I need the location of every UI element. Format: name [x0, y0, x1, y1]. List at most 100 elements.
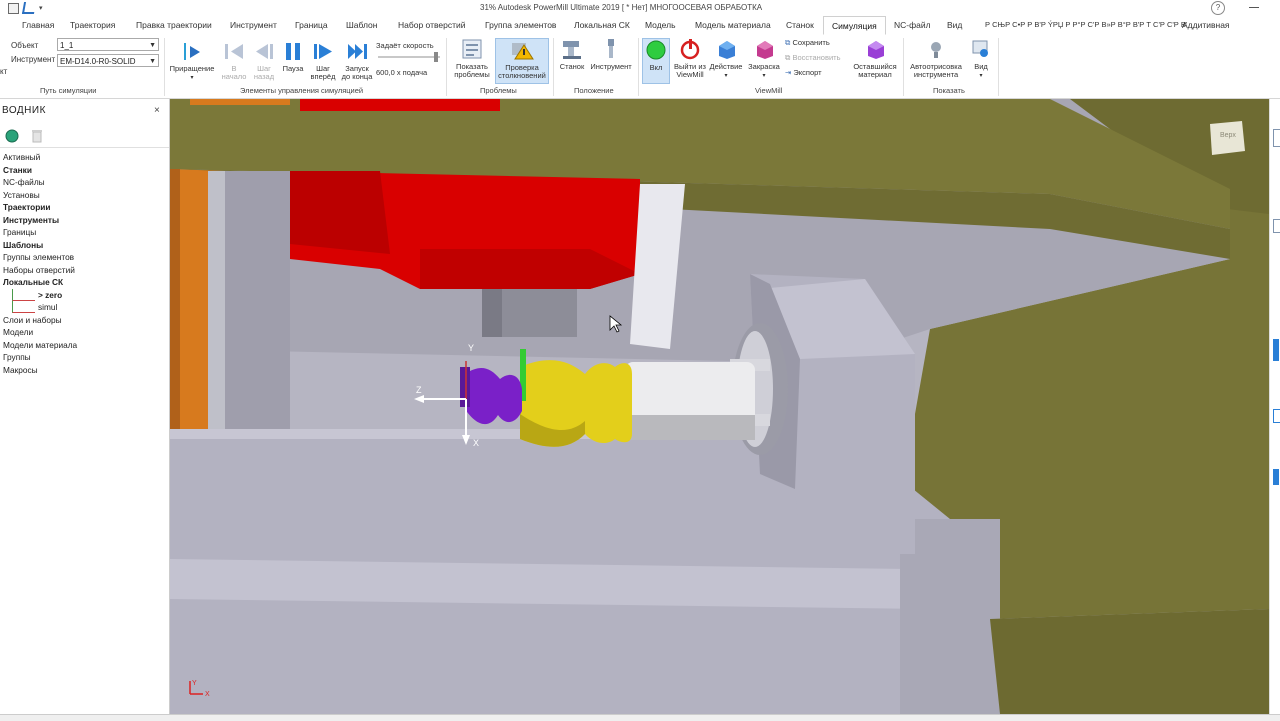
tab-boundary[interactable]: Граница: [295, 20, 328, 30]
tab-hole-set[interactable]: Набор отверстий: [398, 20, 466, 30]
tab-view[interactable]: Вид: [947, 20, 962, 30]
tree-item[interactable]: Активный: [3, 152, 40, 162]
minimize-icon[interactable]: [1249, 7, 1259, 8]
tab-toolpath[interactable]: Траектория: [70, 20, 115, 30]
green-light-icon: [646, 40, 666, 60]
tab-machine[interactable]: Станок: [786, 20, 814, 30]
save-icon[interactable]: [8, 2, 19, 14]
tab-garbled[interactable]: Р СЊР С•Р Р В'Р ÝРЏ Р Р°Р С'Р В»Р В°Р В'…: [985, 20, 1187, 29]
workplane-icon: [12, 288, 35, 301]
tree-item[interactable]: Слои и наборы: [3, 315, 62, 325]
pause-button[interactable]: Пауза: [280, 40, 306, 73]
skip-forward-icon: [348, 44, 367, 59]
tab-pattern[interactable]: Шаблон: [346, 20, 377, 30]
right-tool-icon[interactable]: [1273, 129, 1280, 147]
title-bar: ▾ 31% Autodesk PowerMill Ultimate 2019 […: [0, 0, 1280, 16]
action-button[interactable]: Действие ▾: [707, 38, 745, 80]
tab-home[interactable]: Главная: [22, 20, 54, 30]
tree-item[interactable]: Границы: [3, 227, 36, 237]
axis-label-y: Y: [468, 343, 474, 353]
tab-additive[interactable]: Аддитивная: [1182, 20, 1230, 30]
tab-tool[interactable]: Инструмент: [230, 20, 277, 30]
group-label-sim-controls: Элементы управления симуляцией: [240, 86, 364, 95]
speed-label: Задаёт скорость: [376, 41, 434, 50]
undo-icon[interactable]: [21, 2, 37, 14]
show-problems-button[interactable]: Показать проблемы: [450, 38, 494, 79]
run-to-end-button[interactable]: Запуск до конца: [340, 40, 374, 81]
object-select[interactable]: 1_1 ▼: [57, 38, 159, 51]
tree-item[interactable]: Инструменты: [3, 215, 59, 225]
machine-scene: Y Z X Верх Y X: [170, 99, 1269, 714]
trash-icon[interactable]: [31, 129, 43, 143]
close-icon[interactable]: ×: [154, 105, 160, 116]
globe-icon[interactable]: [5, 129, 19, 143]
collision-check-button[interactable]: Проверка столкновений: [495, 38, 549, 84]
tab-simulation[interactable]: Симуляция: [823, 16, 886, 35]
right-tool-icon[interactable]: [1273, 219, 1280, 233]
tab-model[interactable]: Модель: [645, 20, 676, 30]
action-icon: [719, 41, 735, 59]
right-tool-icon[interactable]: [1273, 339, 1279, 361]
shading-button[interactable]: Закраска ▾: [745, 38, 783, 80]
tree-item[interactable]: Станки: [3, 165, 32, 175]
quick-access-toolbar: ▾: [0, 1, 43, 15]
restore-icon: ⧉: [785, 53, 791, 62]
tree-item[interactable]: NC-файлы: [3, 177, 45, 187]
right-tool-icon[interactable]: [1273, 409, 1280, 423]
view-button[interactable]: Вид ▾: [967, 38, 995, 80]
shading-icon: [757, 41, 773, 59]
group-label-position: Положение: [574, 86, 614, 95]
tab-feature-group[interactable]: Группа элементов: [485, 20, 556, 30]
remaining-material-icon: [868, 41, 884, 59]
tab-stock-model[interactable]: Модель материала: [695, 20, 771, 30]
save-icon: ⧉: [785, 38, 791, 47]
tool-icon: [608, 39, 614, 58]
tree-item[interactable]: Шаблоны: [3, 240, 43, 250]
remaining-material-button[interactable]: Оставшийся материал: [850, 38, 900, 79]
tree-item[interactable]: Модели материала: [3, 340, 77, 350]
group-label-sim-path: Путь симуляции: [40, 86, 97, 95]
ribbon: Объект 1_1 ▼ кт Инструмент EM-D14.0-R0-SO…: [0, 35, 1280, 99]
increment-icon: [184, 43, 200, 60]
restore-button[interactable]: ⧉ Восстановить: [785, 54, 840, 62]
tree-item[interactable]: Группы: [3, 352, 31, 362]
tab-toolpath-edit[interactable]: Правка траектории: [136, 20, 212, 30]
tree-item[interactable]: Наборы отверстий: [3, 265, 75, 275]
machine-position-button[interactable]: Станок: [557, 38, 587, 71]
tab-workplane[interactable]: Локальная СК: [574, 20, 630, 30]
power-icon: [680, 39, 700, 60]
window-title: 31% Autodesk PowerMill Ultimate 2019 [ *…: [480, 3, 763, 12]
export-button[interactable]: ⇥ Экспорт: [785, 69, 822, 77]
step-back-button[interactable]: Шаг назад: [251, 40, 277, 81]
exit-viewmill-button[interactable]: Выйти из ViewMill: [672, 38, 708, 79]
viewmill-on-button[interactable]: Вкл: [642, 38, 670, 84]
tree-item[interactable]: > zero: [12, 288, 62, 301]
autodraw-tool-button[interactable]: Автоотрисовка инструмента: [906, 38, 966, 79]
tool-select[interactable]: EM-D14.0-R0-SOLID ▼: [57, 54, 159, 67]
triad-x-label: X: [205, 691, 210, 698]
qat-dropdown-icon[interactable]: ▾: [39, 4, 43, 12]
right-tool-icon[interactable]: [1273, 469, 1279, 485]
chevron-down-icon: ▼: [149, 58, 156, 65]
tree-item[interactable]: Группы элементов: [3, 252, 74, 262]
to-start-button[interactable]: В начало: [221, 40, 247, 81]
tree-item[interactable]: Макросы: [3, 365, 38, 375]
tree-item[interactable]: Траектории: [3, 202, 51, 212]
tree-item[interactable]: simul: [12, 301, 57, 313]
tree-item[interactable]: Модели: [3, 327, 33, 337]
pause-icon: [286, 43, 300, 60]
increment-button[interactable]: Приращение ▾: [168, 40, 216, 82]
speed-slider-thumb: [434, 52, 438, 62]
tool-position-button[interactable]: Инструмент: [587, 38, 635, 71]
eye-icon: [972, 40, 988, 57]
save-viewmill-button[interactable]: ⧉ Сохранить: [785, 39, 830, 47]
graphics-viewport[interactable]: Y Z X Верх Y X: [170, 99, 1269, 714]
tree-item[interactable]: Локальные СК: [3, 277, 63, 287]
ribbon-tabs: Главная Траектория Правка траектории Инс…: [0, 16, 1280, 36]
axis-label-z: Z: [416, 385, 422, 395]
speed-slider[interactable]: [378, 52, 440, 62]
tree-item[interactable]: Установы: [3, 190, 40, 200]
tab-nc-file[interactable]: NC-файл: [894, 20, 931, 30]
step-forward-button[interactable]: Шаг вперёд: [306, 40, 340, 81]
help-icon[interactable]: ?: [1211, 1, 1225, 15]
